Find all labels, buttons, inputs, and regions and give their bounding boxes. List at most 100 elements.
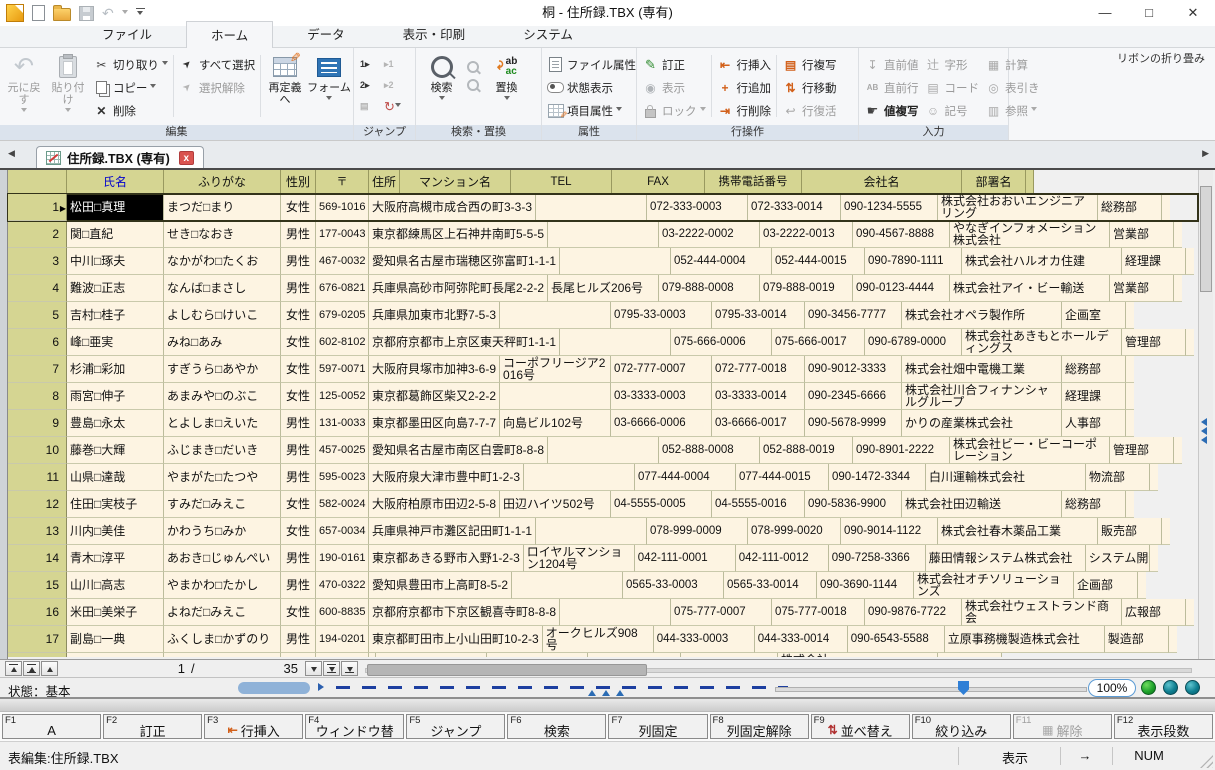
cell-company[interactable]: 株式会社ビー・ビーコーポレーション (950, 437, 1110, 464)
cell-mobile[interactable]: 090-1472-3344 (829, 464, 926, 491)
column-header-address[interactable]: 住所 (369, 170, 400, 194)
fkey-f2-button[interactable]: F2訂正 (103, 714, 202, 739)
cell-tel[interactable]: 072-333-0003 (647, 194, 748, 221)
cell-fax[interactable]: 03-2222-0013 (760, 221, 853, 248)
cell-kana[interactable]: まつだ□まり (164, 194, 281, 221)
cell-mobile[interactable]: 090-9012-3333 (805, 356, 902, 383)
cell-address[interactable]: 愛知県名古屋市南区白雲町8-8-8 (369, 437, 548, 464)
row-number[interactable]: 14 (8, 545, 67, 572)
column-header-gender[interactable]: 性別 (281, 170, 316, 194)
cell-zip[interactable]: 470-0322 (316, 572, 369, 599)
ribbon-collapse-label[interactable]: リボンの折り畳み (1117, 50, 1205, 66)
cell-fax[interactable]: 052-888-0019 (760, 437, 853, 464)
cell-mansion[interactable]: ロイヤルマンション1204号 (524, 545, 635, 572)
cell-zip[interactable]: 602-8102 (316, 329, 369, 356)
cell-dept[interactable]: 人事部 (1062, 410, 1126, 437)
cell-zip[interactable]: 679-0205 (316, 302, 369, 329)
cell-name[interactable]: 松田□真理 (67, 194, 164, 221)
cell-fax[interactable]: 072-333-0014 (748, 194, 841, 221)
cell-tel[interactable]: 044-333-0003 (654, 626, 755, 653)
cell-dept[interactable]: 総務部 (1098, 194, 1162, 221)
cell-company[interactable]: 立原事務機製造株式会社 (945, 626, 1105, 653)
row-append-button[interactable]: +行追加 (714, 76, 775, 99)
cell-dept[interactable]: 企画部 (1074, 572, 1138, 599)
cell-name[interactable]: 豊島□永太 (67, 410, 164, 437)
cell-tel[interactable]: 0795-33-0003 (611, 302, 712, 329)
cell-kana[interactable]: せき□なおき (164, 221, 281, 248)
cell-mansion[interactable] (500, 383, 611, 410)
zoom-slider-track[interactable] (775, 687, 1087, 692)
cell-zip[interactable]: 177-0043 (316, 221, 369, 248)
cell-dept[interactable]: 企画室 (1062, 302, 1126, 329)
cell-fax[interactable]: 042-111-0012 (736, 545, 829, 572)
fkey-f7-button[interactable]: F7列固定 (608, 714, 707, 739)
cell-dept[interactable]: システム開発 (1086, 545, 1150, 572)
cell-zip[interactable]: 467-0032 (316, 248, 369, 275)
cell-address[interactable]: 兵庫県高砂市阿弥陀町長尾2-2-2 (369, 275, 548, 302)
cell-fax[interactable]: 03-3333-0014 (712, 383, 805, 410)
cell-gender[interactable]: 女性 (281, 356, 316, 383)
document-tab[interactable]: 住所録.TBX (専有) x (36, 146, 204, 168)
cell-company[interactable]: 白川運輸株式会社 (926, 464, 1086, 491)
cell-zip[interactable]: 582-0024 (316, 491, 369, 518)
cell-fax[interactable]: 075-777-0018 (772, 599, 865, 626)
cell-mansion[interactable]: コーポフリージア2016号 (500, 356, 611, 383)
jump-mark1-icon[interactable]: 1▸ (360, 54, 384, 75)
cell-kana[interactable]: すみだ□みえこ (164, 491, 281, 518)
cell-dept[interactable]: 経理課 (1062, 383, 1126, 410)
cell-gender[interactable]: 女性 (281, 518, 316, 545)
ribbon-tab-view-print[interactable]: 表示・印刷 (379, 21, 490, 47)
cell-gender[interactable]: 女性 (281, 329, 316, 356)
cell-kana[interactable]: かわうち□みか (164, 518, 281, 545)
cell-mansion[interactable]: 向島ビル102号 (500, 410, 611, 437)
last-record-button[interactable] (341, 661, 358, 676)
row-number[interactable]: 11 (8, 464, 67, 491)
cell-mansion[interactable] (536, 518, 647, 545)
prev-record-button[interactable] (41, 661, 58, 676)
resize-grip[interactable] (1200, 755, 1213, 768)
row-number[interactable]: 3 (8, 248, 67, 275)
fkey-f9-button[interactable]: F9⇅並べ替え (811, 714, 910, 739)
cell-zip[interactable]: 600-8835 (316, 599, 369, 626)
cell-kana[interactable]: あおき□じゅんぺい (164, 545, 281, 572)
fkey-f3-button[interactable]: F3⇤行挿入 (204, 714, 303, 739)
zoom-level-badge[interactable]: 100% (1088, 679, 1136, 697)
fkey-f12-button[interactable]: F12表示段数 (1114, 714, 1213, 739)
row-number[interactable]: 5 (8, 302, 67, 329)
cell-fax[interactable]: 078-999-0020 (748, 518, 841, 545)
cell-company[interactable]: 株式会社オペラ製作所 (902, 302, 1062, 329)
cell-zip[interactable]: 190-0161 (316, 545, 369, 572)
cell-mansion[interactable]: オークヒルズ908号 (543, 626, 654, 653)
cell-mansion[interactable] (548, 221, 659, 248)
cell-kana[interactable]: なかがわ□たくお (164, 248, 281, 275)
vertical-scrollbar-thumb[interactable] (1200, 186, 1212, 292)
cell-company[interactable]: 株式会社あきもとホールディングス (962, 329, 1122, 356)
file-attr-button[interactable]: ファイル属性 (544, 53, 639, 76)
row-number[interactable]: 12 (8, 491, 67, 518)
ribbon-tab-data[interactable]: データ (283, 21, 369, 47)
cell-company[interactable]: 株式会社畑中電機工業 (902, 356, 1062, 383)
tab-scroll-right-icon[interactable]: ▶ (1202, 148, 1209, 159)
select-all-button[interactable]: ➤すべて選択 (176, 53, 258, 76)
cell-tel[interactable]: 075-777-0007 (671, 599, 772, 626)
cell-tel[interactable]: 052-888-0008 (659, 437, 760, 464)
cell-name[interactable]: 中川□琢夫 (67, 248, 164, 275)
window-splitter[interactable] (0, 697, 1215, 711)
column-header-zip[interactable]: 〒 (316, 170, 369, 194)
cell-tel[interactable]: 03-6666-0006 (611, 410, 712, 437)
horizontal-scrollbar-thumb[interactable] (367, 664, 647, 676)
tab-scroll-left-icon[interactable]: ◀ (8, 148, 15, 159)
column-header-mansion[interactable]: マンション名 (400, 170, 511, 194)
open-file-icon[interactable] (53, 8, 71, 21)
row-number[interactable]: 7 (8, 356, 67, 383)
cell-tel[interactable]: 03-2222-0002 (659, 221, 760, 248)
cell-fax[interactable]: 052-444-0015 (772, 248, 865, 275)
cell-address[interactable]: 京都府京都市下京区観喜寺町8-8-8 (369, 599, 560, 626)
cell-zip[interactable]: 657-0034 (316, 518, 369, 545)
cell-mansion[interactable] (524, 464, 635, 491)
maximize-button[interactable]: □ (1127, 0, 1171, 26)
cell-gender[interactable]: 男性 (281, 572, 316, 599)
cell-gender[interactable]: 女性 (281, 383, 316, 410)
cell-address[interactable]: 大阪府高槻市成合西の町3-3-3 (369, 194, 536, 221)
cell-fax[interactable]: 079-888-0019 (760, 275, 853, 302)
